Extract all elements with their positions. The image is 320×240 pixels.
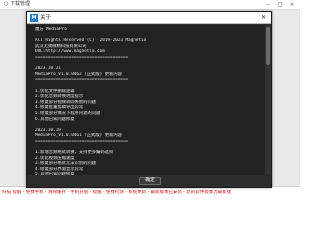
release-notes-area[interactable]: 魔方 MediaPro All Rights Reserved (C) 2019-…	[27, 25, 271, 175]
ok-button[interactable]: 确定	[139, 177, 161, 185]
about-dialog: M 关于 ✕ 魔方 MediaPro All Rights Reserved (C…	[26, 11, 272, 188]
dialog-footer: 确定	[27, 175, 271, 187]
desktop-stage: ○ 下载管理 – □ ✕ 扫描 提醒 · 免费手机 · 清除缓存 · 手机充值 …	[0, 0, 300, 200]
app-logo-icon: M	[30, 14, 38, 22]
main-window-title: ○ 下载管理	[4, 1, 30, 7]
vertical-scrollbar[interactable]	[265, 25, 271, 175]
close-icon[interactable]: ✕	[259, 14, 268, 22]
main-right-panel	[272, 10, 300, 186]
minimize-button[interactable]: –	[264, 1, 272, 8]
dialog-title: 关于	[40, 15, 52, 21]
maximize-button[interactable]: □	[276, 1, 284, 8]
scrollbar-thumb[interactable]	[266, 27, 270, 65]
release-notes-text: 魔方 MediaPro All Rights Reserved (C) 2019-…	[35, 27, 263, 175]
status-bar-text[interactable]: 扫描 提醒 · 免费手机 · 清除缓存 · 手机充值 · 提醒 · 免费检测 ·…	[2, 190, 298, 196]
dialog-titlebar[interactable]: M 关于 ✕	[27, 12, 271, 24]
main-window-titlebar: ○ 下载管理 – □ ✕	[0, 0, 300, 10]
main-close-button[interactable]: ✕	[288, 1, 296, 8]
